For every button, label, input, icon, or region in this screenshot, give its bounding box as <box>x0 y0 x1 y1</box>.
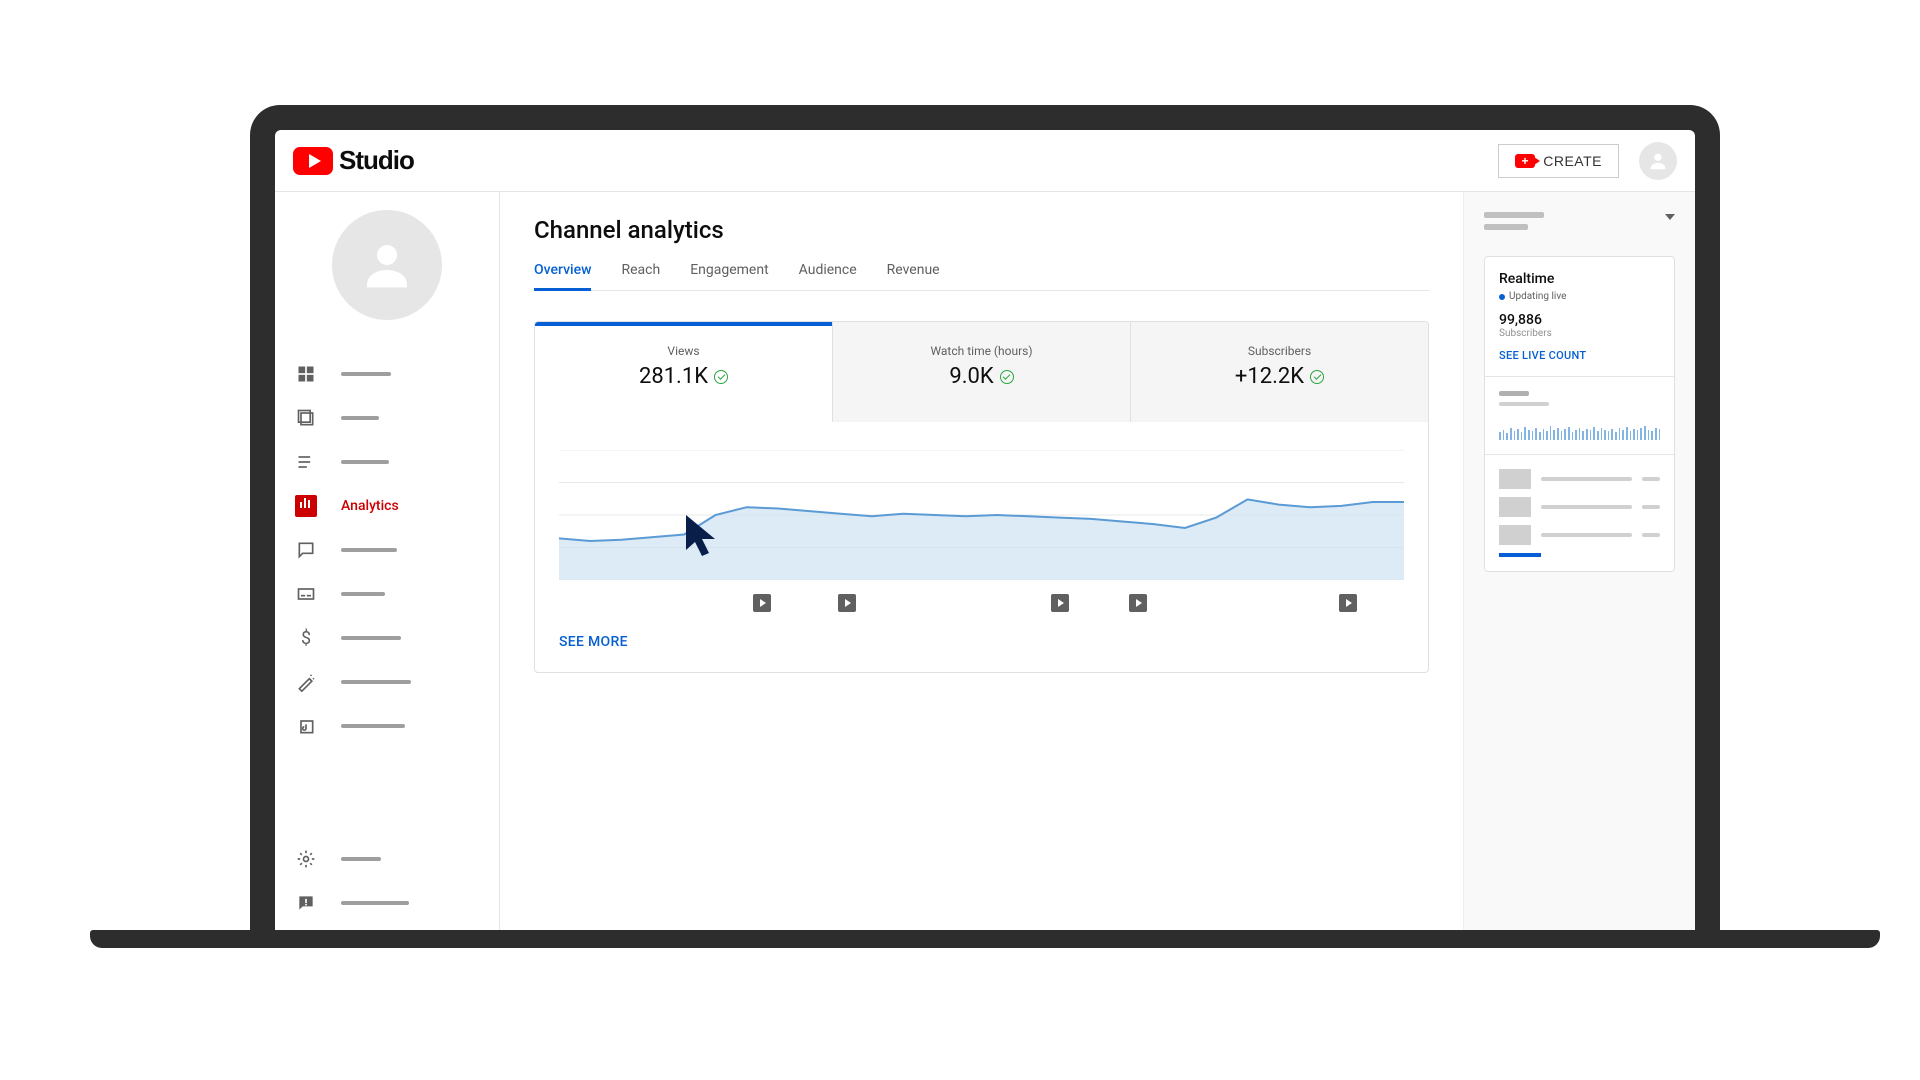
sidebar-item-subtitles[interactable] <box>275 572 499 616</box>
nav-label-placeholder <box>341 372 391 376</box>
subtitles-icon <box>295 583 317 605</box>
realtime-video-row[interactable] <box>1499 497 1660 517</box>
comment-icon <box>295 539 317 561</box>
video-marker-icon[interactable] <box>1339 594 1357 612</box>
body: Analytics $ <box>275 192 1695 935</box>
laptop-frame: Studio CREATE <box>250 105 1720 935</box>
sidebar-nav: Analytics $ <box>275 352 499 748</box>
sidebar-item-settings[interactable] <box>275 837 499 881</box>
sidebar-item-feedback[interactable] <box>275 881 499 925</box>
chevron-down-icon <box>1665 214 1675 220</box>
sidebar-item-label: Analytics <box>341 498 399 514</box>
sidebar-item-comments[interactable] <box>275 528 499 572</box>
sidebar-bottom <box>275 837 499 935</box>
sidebar-item-playlists[interactable] <box>275 440 499 484</box>
nav-label-placeholder <box>341 548 397 552</box>
sidebar: Analytics $ <box>275 192 500 935</box>
realtime-subscriber-count: 99,886 <box>1499 312 1660 328</box>
mouse-cursor-icon <box>683 512 727 562</box>
right-panel: Realtime Updating live 99,886 Subscriber… <box>1463 192 1695 935</box>
video-marker-icon[interactable] <box>1051 594 1069 612</box>
metric-value: +12.2K <box>1235 364 1324 389</box>
metric-title: Watch time (hours) <box>833 344 1130 358</box>
tab-audience[interactable]: Audience <box>799 262 857 290</box>
video-marker-icon[interactable] <box>1129 594 1147 612</box>
metric-views[interactable]: Views 281.1K <box>535 322 833 422</box>
dollar-icon: $ <box>295 627 317 649</box>
check-icon <box>1000 370 1014 384</box>
date-range-selector[interactable] <box>1484 212 1675 236</box>
metric-value: 281.1K <box>639 364 728 389</box>
playlist-icon <box>295 451 317 473</box>
metric-title: Views <box>535 344 832 358</box>
video-marker-icon[interactable] <box>838 594 856 612</box>
sidebar-item-monetization[interactable]: $ <box>275 616 499 660</box>
see-live-count-link[interactable]: SEE LIVE COUNT <box>1499 349 1660 362</box>
realtime-title: Realtime <box>1499 271 1660 287</box>
metrics-row: Views 281.1K Watch time (hours) 9.0K Subscri… <box>535 322 1428 422</box>
check-icon <box>714 370 728 384</box>
main: Channel analytics Overview Reach Engagemen… <box>500 192 1695 935</box>
content: Channel analytics Overview Reach Engagemen… <box>500 192 1463 935</box>
app-screen: Studio CREATE <box>275 130 1695 935</box>
magic-wand-icon <box>295 671 317 693</box>
tab-reach[interactable]: Reach <box>621 262 660 290</box>
chart-area <box>535 422 1428 588</box>
metric-value: 9.0K <box>949 364 1013 389</box>
check-icon <box>1310 370 1324 384</box>
nav-label-placeholder <box>341 416 379 420</box>
studio-logo[interactable]: Studio <box>293 145 414 176</box>
topbar: Studio CREATE <box>275 130 1695 192</box>
create-button-label: CREATE <box>1543 153 1602 169</box>
realtime-live-indicator: Updating live <box>1499 291 1660 302</box>
realtime-more-link[interactable] <box>1499 553 1541 557</box>
nav-label-placeholder <box>341 724 405 728</box>
person-icon <box>357 235 417 295</box>
metric-subscribers[interactable]: Subscribers +12.2K <box>1131 322 1428 422</box>
logo-text: Studio <box>339 145 414 176</box>
sidebar-item-dashboard[interactable] <box>275 352 499 396</box>
sidebar-item-audio[interactable] <box>275 704 499 748</box>
realtime-video-row[interactable] <box>1499 469 1660 489</box>
nav-label-placeholder <box>341 901 409 905</box>
nav-label-placeholder <box>341 592 385 596</box>
laptop-base <box>90 930 1880 948</box>
sidebar-item-content[interactable] <box>275 396 499 440</box>
account-avatar[interactable] <box>1639 142 1677 180</box>
tab-revenue[interactable]: Revenue <box>887 262 940 290</box>
video-marker-icon[interactable] <box>753 594 771 612</box>
nav-label-placeholder <box>341 680 411 684</box>
page-title: Channel analytics <box>534 216 1429 244</box>
nav-label-placeholder <box>341 636 401 640</box>
create-camera-icon <box>1515 154 1535 168</box>
analytics-icon <box>295 495 317 517</box>
tab-engagement[interactable]: Engagement <box>690 262 768 290</box>
see-more-link[interactable]: SEE MORE <box>535 614 1428 672</box>
create-button[interactable]: CREATE <box>1498 144 1619 178</box>
realtime-video-row[interactable] <box>1499 525 1660 545</box>
gear-icon <box>295 848 317 870</box>
audio-library-icon <box>295 715 317 737</box>
analytics-card: Views 281.1K Watch time (hours) 9.0K Subscri… <box>534 321 1429 673</box>
tabs: Overview Reach Engagement Audience Revenue <box>534 262 1429 291</box>
person-icon <box>1647 150 1669 172</box>
channel-avatar[interactable] <box>332 210 442 320</box>
realtime-mini-chart <box>1499 416 1660 440</box>
video-markers <box>535 588 1428 614</box>
realtime-card: Realtime Updating live 99,886 Subscriber… <box>1484 256 1675 572</box>
tab-overview[interactable]: Overview <box>534 262 591 290</box>
youtube-play-icon <box>293 147 333 175</box>
metric-watch-time-hours-[interactable]: Watch time (hours) 9.0K <box>833 322 1131 422</box>
video-library-icon <box>295 407 317 429</box>
nav-label-placeholder <box>341 460 389 464</box>
realtime-subscriber-label: Subscribers <box>1499 328 1660 339</box>
nav-label-placeholder <box>341 857 381 861</box>
dashboard-icon <box>295 363 317 385</box>
sidebar-item-analytics[interactable]: Analytics <box>275 484 499 528</box>
sidebar-item-customization[interactable] <box>275 660 499 704</box>
feedback-icon <box>295 892 317 914</box>
metric-title: Subscribers <box>1131 344 1428 358</box>
